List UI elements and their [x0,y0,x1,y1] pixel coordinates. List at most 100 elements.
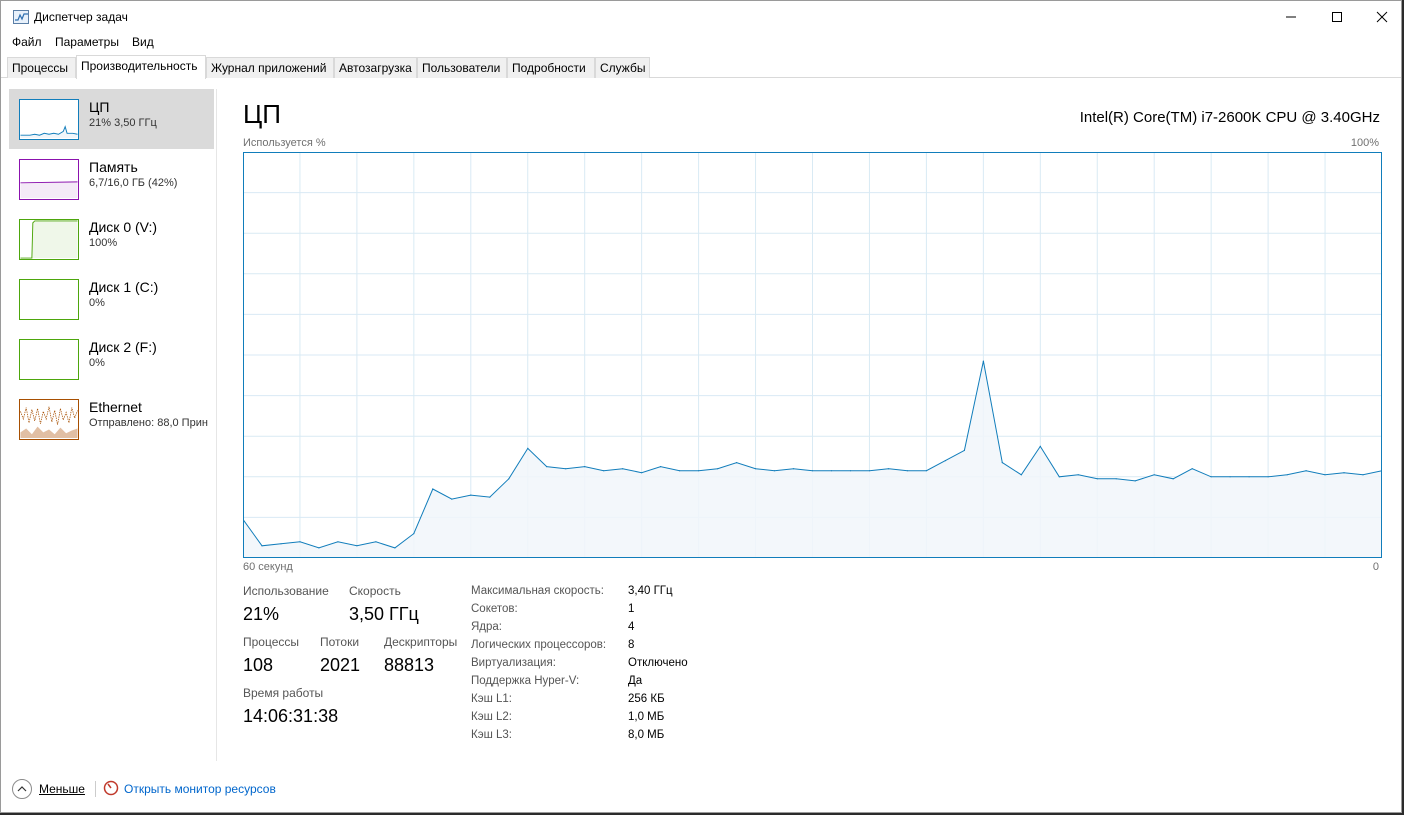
info-label: Кэш L2: [471,711,512,723]
info-label: Поддержка Hyper-V: [471,675,580,687]
cpu-usage-point [1058,476,1060,478]
cpu-usage-point [792,468,795,470]
tab-performance[interactable]: Производительность [76,55,206,79]
handles-value: 88813 [384,655,435,675]
cpu-usage-point [849,470,852,472]
footer-divider [95,781,96,797]
open-resource-monitor-link[interactable]: Открыть монитор ресурсов [124,782,276,796]
sidebar-item-disk-1[interactable]: Диск 1 (C:) 0% [9,269,214,329]
cpu-usage-point [280,543,282,545]
cpu-usage-point [830,470,833,472]
cpu-usage-point [1362,474,1364,476]
sidebar-item-sub: Отправлено: 88,0 Прин [89,417,208,429]
cpu-usage-point [432,488,434,490]
usage-value: 21% [243,604,280,624]
minimize-button[interactable] [1268,1,1314,33]
sidebar-item-label: Ethernet [89,399,142,415]
close-icon [1376,11,1388,23]
cpu-usage-point [603,470,605,472]
cpu-usage-point [982,360,985,362]
cpu-usage-point [1324,474,1326,476]
info-value: 3,40 ГГц [628,585,673,597]
tab-processes[interactable]: Процессы [7,57,76,78]
graph-y-max: 100% [1350,137,1379,149]
cpu-usage-point [717,468,719,470]
task-manager-icon [13,10,29,24]
cpu-usage-point [887,468,890,470]
speed-label: Скорость [349,584,401,598]
sidebar-item-disk-2[interactable]: Диск 2 (F:) 0% [9,329,214,389]
tab-users[interactable]: Пользователи [417,57,507,78]
maximize-icon [1332,12,1342,22]
ethernet-thumbnail [19,399,79,440]
processes-value: 108 [243,655,274,675]
sidebar-item-sub: 0% [89,357,105,369]
cpu-usage-point [394,547,396,549]
info-value: 8,0 МБ [628,729,665,741]
cpu-usage-point [736,462,738,464]
cpu-usage-point [1096,478,1098,480]
info-value: 8 [628,639,635,651]
graph-x-left-label: 60 секунд [243,561,293,573]
tab-services[interactable]: Службы [595,57,650,78]
cpu-usage-point [1191,468,1193,470]
cpu-usage-point [1001,462,1003,464]
uptime-label: Время работы [243,686,324,700]
cpu-usage-point [1153,474,1155,476]
menu-file[interactable]: Файл [12,35,42,49]
cpu-usage-point [470,494,472,496]
cpu-usage-point [868,470,871,472]
info-value: 1,0 МБ [628,711,665,723]
info-value: Да [628,675,643,687]
info-label: Виртуализация: [471,657,556,669]
cpu-usage-point [773,470,776,472]
cpu-usage-point [755,468,757,470]
cpu-usage-point [1115,478,1117,480]
fewer-details-label[interactable]: Меньше [39,782,85,796]
sidebar-item-cpu[interactable]: ЦП 21% 3,50 ГГц [9,89,214,149]
cpu-usage-point [1286,474,1288,476]
chevron-up-icon [17,786,27,792]
cpu-usage-point [679,470,681,472]
cpu-usage-point [261,545,263,547]
sidebar-item-sub: 21% 3,50 ГГц [89,117,157,129]
tab-details[interactable]: Подробности [507,57,595,78]
speed-value: 3,50 ГГц [349,604,419,624]
maximize-button[interactable] [1314,1,1360,33]
sidebar-item-sub: 100% [89,237,118,249]
cpu-usage-point [622,468,624,470]
sidebar-item-memory[interactable]: Память 6,7/16,0 ГБ (42%) [9,149,214,209]
cpu-usage-point [1305,470,1307,472]
cpu-usage-point [375,541,377,543]
resource-monitor-icon [103,780,119,796]
menu-bar: Файл Параметры Вид [1,33,1401,53]
cpu-thumbnail [19,99,79,140]
cpu-usage-point [1343,472,1345,474]
menu-view[interactable]: Вид [132,35,154,49]
processes-label: Процессы [243,635,300,649]
sidebar-item-sub: 0% [89,297,105,309]
cpu-usage-point [944,460,947,462]
sidebar-item-label: Диск 0 (V:) [89,219,158,235]
cpu-usage-point [413,533,415,535]
cpu-model: Intel(R) Core(TM) i7-2600K CPU @ 3.40GHz [1079,109,1380,126]
sidebar-item-ethernet[interactable]: Ethernet Отправлено: 88,0 Прин [9,389,214,449]
info-label: Кэш L3: [471,729,512,741]
close-button[interactable] [1359,1,1401,33]
sidebar-item-disk-0[interactable]: Диск 0 (V:) 100% [9,209,214,269]
cpu-usage-point [1020,474,1022,476]
menu-options[interactable]: Параметры [55,35,119,49]
performance-sidebar: ЦП 21% 3,50 ГГц Память 6,7/16,0 ГБ (42%)… [9,89,214,759]
cpu-usage-point [508,478,510,480]
cpu-usage-point [356,545,358,547]
info-value: Отключено [628,657,688,669]
tab-app-history[interactable]: Журнал приложений [206,57,334,78]
graph-y-label: Используется % [243,137,326,149]
cpu-usage-point [1267,476,1269,478]
tab-startup[interactable]: Автозагрузка [334,57,417,78]
cpu-usage-point [1172,478,1174,480]
cpu-usage-point [527,447,529,449]
cpu-usage-point [1134,480,1136,482]
cpu-usage-point [489,496,491,498]
fewer-details-button[interactable] [12,779,32,799]
